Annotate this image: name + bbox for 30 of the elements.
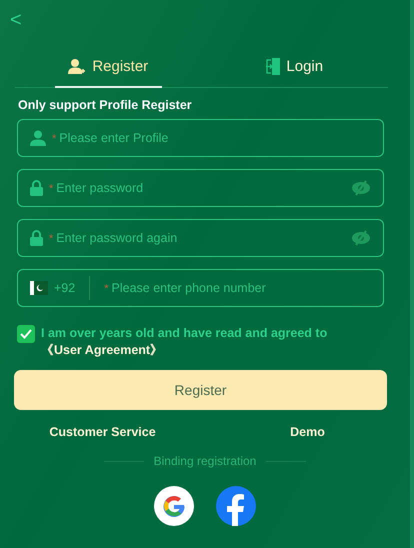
user-icon xyxy=(30,130,46,146)
country-code[interactable]: +92 xyxy=(54,281,76,295)
agreement-text: I am over years old and have read and agreed to 《User Agreement》 xyxy=(41,325,328,359)
user-agreement-link[interactable]: 《User Agreement》 xyxy=(41,343,164,357)
password-field[interactable]: * Enter password xyxy=(17,169,384,207)
agreement-checkbox[interactable] xyxy=(17,325,35,343)
lock-icon xyxy=(30,180,43,196)
field-placeholder: * Please enter Profile xyxy=(52,131,168,145)
flag-icon xyxy=(30,281,48,295)
phone-field[interactable]: +92 * Please enter phone number xyxy=(17,269,384,307)
password-field[interactable]: * Enter password again xyxy=(17,219,384,257)
tab[interactable]: Login xyxy=(202,58,388,87)
field-placeholder: * Enter password xyxy=(49,181,144,195)
add-user-icon xyxy=(68,58,86,75)
back-button[interactable]: < xyxy=(6,8,26,32)
field-placeholder: * Enter password again xyxy=(49,231,178,245)
door-icon xyxy=(266,58,280,75)
facebook-icon xyxy=(216,486,256,526)
google-icon xyxy=(154,486,194,526)
footer-link[interactable]: Demo xyxy=(205,424,410,440)
binding-title: Binding registration xyxy=(154,454,256,468)
social-login-button[interactable] xyxy=(216,486,256,526)
social-login-button[interactable] xyxy=(154,486,194,526)
profile-field[interactable]: * Please enter Profile xyxy=(17,119,384,157)
field-placeholder: * Please enter phone number xyxy=(104,281,266,295)
register-note: Only support Profile Register xyxy=(18,98,193,112)
register-button[interactable]: Register xyxy=(14,370,387,410)
lock-icon xyxy=(30,230,43,246)
footer-link[interactable]: Customer Service xyxy=(0,424,205,440)
tab[interactable]: Register xyxy=(15,58,202,87)
